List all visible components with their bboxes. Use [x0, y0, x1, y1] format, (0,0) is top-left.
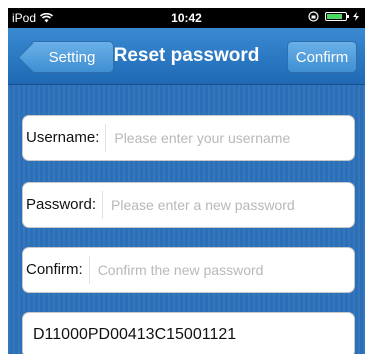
- username-field: Username:: [22, 115, 355, 161]
- battery-fill: [327, 14, 342, 19]
- password-label: Password:: [23, 191, 104, 219]
- device-code-field: D11000PD00413C15001121: [22, 312, 355, 354]
- status-right-icons: [308, 11, 359, 22]
- battery-icon: [325, 12, 349, 21]
- navigation-bar: Setting Reset password Confirm: [8, 28, 365, 85]
- password-input[interactable]: [103, 196, 354, 214]
- confirm-password-input[interactable]: [89, 261, 354, 279]
- charging-icon: [353, 12, 359, 21]
- device-code-value: D11000PD00413C15001121: [33, 326, 237, 343]
- reset-password-screen: iPod 10:42 Setting Reset password Confir…: [0, 0, 371, 354]
- status-bar: iPod 10:42: [8, 8, 365, 28]
- password-field: Password:: [22, 182, 355, 228]
- confirm-password-field: Confirm:: [22, 247, 355, 293]
- username-label: Username:: [23, 124, 107, 152]
- orientation-lock-icon: [308, 11, 319, 22]
- username-input[interactable]: [106, 129, 354, 147]
- confirm-button[interactable]: Confirm: [287, 41, 357, 73]
- form-area: Username: Password: Confirm: D11000PD004…: [8, 85, 365, 354]
- confirm-password-label: Confirm:: [23, 256, 90, 284]
